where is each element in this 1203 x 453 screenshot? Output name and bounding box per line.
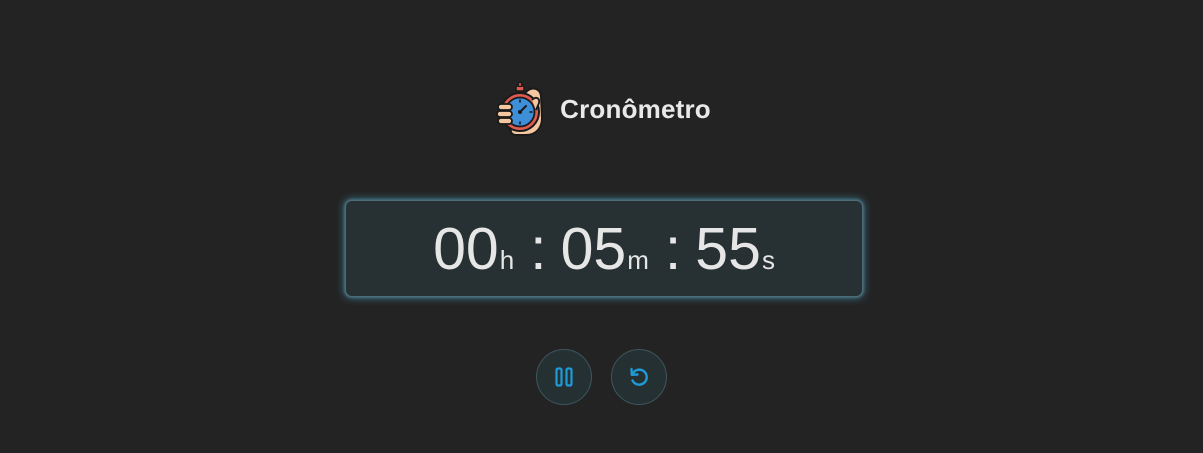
timer-controls — [0, 349, 1203, 405]
stopwatch-page: Cronômetro 00 h : 05 m : 55 s — [0, 0, 1203, 453]
minutes-value: 05 — [560, 216, 627, 282]
time-readout: 00 h : 05 m : 55 s — [433, 220, 775, 279]
reset-icon — [630, 367, 648, 386]
pause-icon — [555, 367, 573, 387]
minutes-unit: m — [627, 245, 649, 275]
timer-display: 00 h : 05 m : 55 s — [345, 200, 863, 297]
stopwatch-in-hand-icon — [496, 81, 544, 136]
hours-value: 00 — [433, 216, 499, 282]
seconds-value: 55 — [695, 216, 761, 282]
seconds-unit: s — [761, 245, 775, 275]
app-title: Cronômetro — [560, 93, 711, 124]
pause-button[interactable] — [536, 349, 592, 405]
time-separator: : — [664, 216, 682, 282]
header: Cronômetro — [0, 80, 1203, 138]
time-separator: : — [530, 216, 547, 282]
hours-unit: h — [499, 245, 515, 275]
reset-button[interactable] — [611, 349, 667, 405]
